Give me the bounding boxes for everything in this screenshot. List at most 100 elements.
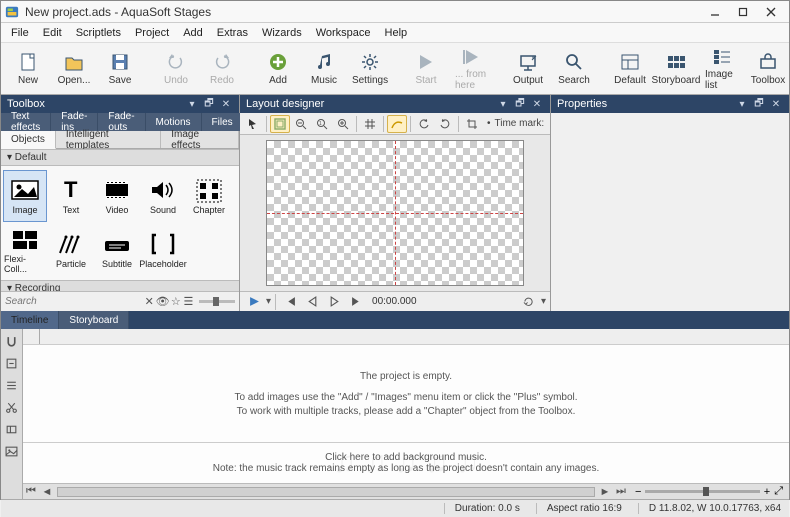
menu-project[interactable]: Project xyxy=(129,25,175,41)
list-view-icon[interactable]: ☰ xyxy=(182,293,195,311)
menu-edit[interactable]: Edit xyxy=(37,25,68,41)
scroll-end-icon[interactable]: ⏭ xyxy=(613,485,629,499)
panel-menu-icon[interactable]: ▾ xyxy=(496,97,510,111)
music-track[interactable]: ♫ ♫ ♫ ♫ ♫ Click here to add background m… xyxy=(23,443,789,483)
search-button[interactable]: Search xyxy=(553,46,595,92)
toolbox-item-particle[interactable]: Particle xyxy=(49,224,93,276)
toolbox-item-image[interactable]: Image xyxy=(3,170,47,222)
toolbox-item-video[interactable]: Video xyxy=(95,170,139,222)
zoom-out-icon[interactable] xyxy=(291,115,311,133)
skip-end-icon[interactable] xyxy=(346,293,366,311)
music-button[interactable]: Music xyxy=(303,46,345,92)
cursor-tool-icon[interactable] xyxy=(243,115,263,133)
default-icon xyxy=(619,51,641,73)
timeline-ruler[interactable] xyxy=(23,329,789,345)
picture-icon[interactable] xyxy=(4,443,20,459)
open-button[interactable]: Open... xyxy=(53,46,95,92)
section-recording[interactable]: ▾ Recording xyxy=(1,280,239,291)
safe-area-icon[interactable] xyxy=(270,115,290,133)
toolbox-item-subtitle[interactable]: Subtitle xyxy=(95,224,139,276)
play-icon[interactable] xyxy=(244,293,264,311)
scroll-left-icon[interactable]: ◄ xyxy=(39,485,55,499)
magnet-icon[interactable] xyxy=(4,333,20,349)
panel-close-icon[interactable]: ✕ xyxy=(219,97,233,111)
time-mark-label: Time mark: xyxy=(495,118,545,129)
toolbox-search-input[interactable] xyxy=(1,294,143,309)
statusbar: Duration: 0.0 s Aspect ratio 16:9 D 11.8… xyxy=(1,499,789,517)
toolbox-button[interactable]: Toolbox xyxy=(747,46,789,92)
toolbox-zoom-slider[interactable] xyxy=(195,300,239,303)
track-list-icon[interactable] xyxy=(4,377,20,393)
tab-intelligent-templates[interactable]: Intelligent templates xyxy=(56,131,161,148)
timeline-zoom-slider[interactable]: − + ⤢ xyxy=(629,485,789,498)
layout-canvas[interactable] xyxy=(266,140,524,286)
close-button[interactable] xyxy=(757,2,785,22)
scroll-right-icon[interactable]: ► xyxy=(597,485,613,499)
save-button[interactable]: Save xyxy=(99,46,141,92)
tab-timeline[interactable]: Timeline xyxy=(1,311,59,329)
trim-icon[interactable] xyxy=(4,421,20,437)
imagelist-button[interactable]: Image list xyxy=(701,46,743,92)
panel-pop-icon[interactable]: 🗗 xyxy=(752,97,766,111)
toolbox-item-placeholder[interactable]: Placeholder xyxy=(141,224,185,276)
panel-menu-icon[interactable]: ▾ xyxy=(735,97,749,111)
toolbox-item-chapter[interactable]: Chapter xyxy=(187,170,231,222)
grid-icon[interactable] xyxy=(360,115,380,133)
tab-storyboard[interactable]: Storyboard xyxy=(59,311,129,329)
video-icon xyxy=(102,177,132,203)
tab-image-effects[interactable]: Image effects xyxy=(161,131,239,148)
scroll-start-icon[interactable]: ⏮ xyxy=(23,485,39,499)
section-default[interactable]: ▾ Default xyxy=(1,149,239,166)
toolbox-item-text[interactable]: TText xyxy=(49,170,93,222)
scroll-track[interactable] xyxy=(57,487,595,497)
zoom-out-small-icon[interactable]: − xyxy=(635,486,641,498)
collapse-track-icon[interactable] xyxy=(4,355,20,371)
add-button[interactable]: Add xyxy=(257,46,299,92)
output-button[interactable]: Output xyxy=(507,46,549,92)
default-button[interactable]: Default xyxy=(609,46,651,92)
loop-dropdown-icon[interactable]: ▾ xyxy=(541,296,546,307)
toolbox-item-flexi[interactable]: Flexi-Coll... xyxy=(3,224,47,276)
panel-pop-icon[interactable]: 🗗 xyxy=(202,97,216,111)
rotate-right-icon[interactable] xyxy=(435,115,455,133)
timeline-empty-state[interactable]: The project is empty. To add images use … xyxy=(23,345,789,443)
crop-icon[interactable] xyxy=(462,115,482,133)
empty-line-1: The project is empty. xyxy=(360,371,452,382)
properties-panel: Properties ▾ 🗗 ✕ xyxy=(551,95,789,311)
zoom-fit-icon[interactable]: ⤢ xyxy=(774,485,783,498)
tab-text-effects[interactable]: Text effects xyxy=(1,113,51,131)
menu-help[interactable]: Help xyxy=(379,25,414,41)
loop-icon[interactable] xyxy=(519,293,539,311)
search-clear-icon[interactable]: ✕ xyxy=(143,293,156,311)
skip-start-icon[interactable] xyxy=(280,293,300,311)
panel-close-icon[interactable]: ✕ xyxy=(769,97,783,111)
menu-file[interactable]: File xyxy=(5,25,35,41)
step-back-icon[interactable] xyxy=(302,293,322,311)
storyboard-button[interactable]: Storyboard xyxy=(655,46,697,92)
motion-path-icon[interactable] xyxy=(387,115,407,133)
minimize-button[interactable] xyxy=(701,2,729,22)
tab-objects[interactable]: Objects xyxy=(1,131,56,149)
toolbox-item-sound[interactable]: Sound xyxy=(141,170,185,222)
favorite-icon[interactable]: ☆ xyxy=(170,293,183,311)
zoom-in-small-icon[interactable]: + xyxy=(764,486,770,498)
menu-extras[interactable]: Extras xyxy=(211,25,254,41)
menu-wizards[interactable]: Wizards xyxy=(256,25,308,41)
zoom-reset-icon[interactable]: 1 xyxy=(312,115,332,133)
panel-pop-icon[interactable]: 🗗 xyxy=(513,97,527,111)
panel-close-icon[interactable]: ✕ xyxy=(530,97,544,111)
panel-menu-icon[interactable]: ▾ xyxy=(185,97,199,111)
play-dropdown-icon[interactable]: ▾ xyxy=(266,296,271,307)
menu-add[interactable]: Add xyxy=(177,25,209,41)
visibility-icon[interactable]: 👁 xyxy=(156,293,170,311)
menu-workspace[interactable]: Workspace xyxy=(310,25,377,41)
layout-designer-header: Layout designer ▾ 🗗 ✕ xyxy=(240,95,550,113)
new-button[interactable]: New xyxy=(7,46,49,92)
menu-scriptlets[interactable]: Scriptlets xyxy=(70,25,127,41)
maximize-button[interactable] xyxy=(729,2,757,22)
rotate-left-icon[interactable] xyxy=(414,115,434,133)
step-fwd-icon[interactable] xyxy=(324,293,344,311)
cut-icon[interactable] xyxy=(4,399,20,415)
settings-button[interactable]: Settings xyxy=(349,46,391,92)
zoom-in-icon[interactable] xyxy=(333,115,353,133)
